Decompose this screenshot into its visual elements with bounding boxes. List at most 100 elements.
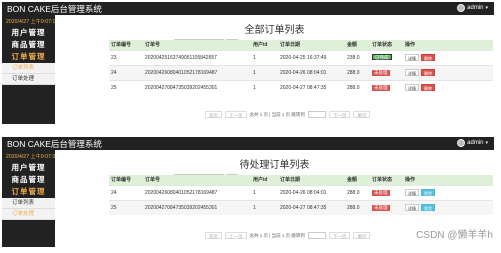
table-row: 23 20200425163749051105842657 1 2020-04-… <box>109 49 493 65</box>
top-navbar: BON CAKE后台管理系统 admin ▾ <box>2 137 494 150</box>
cell-actions: 详情 发货 <box>403 199 493 215</box>
last-page-button[interactable]: 尾页 <box>353 111 371 118</box>
pagination: 首页 上一页 总共 1 页 | 当前 1 页 跳转到 下一页 尾页 <box>205 232 371 239</box>
last-page-button[interactable]: 尾页 <box>353 232 371 239</box>
cell-amount: 288.0 <box>345 79 370 95</box>
cell-actions: 详情 删除 <box>403 79 493 95</box>
submenu-order-pending[interactable]: 订单处理 <box>2 74 55 85</box>
sidebar-item-orders[interactable]: 订单管理 <box>2 186 55 198</box>
username: admin <box>467 5 484 11</box>
sidebar-item-products[interactable]: 商品管理 <box>2 174 55 186</box>
cell-order-no: 20200426080401052178169487 <box>143 184 251 200</box>
table-header: 订单编号 订单号 用户id 订单日期 金额 订单状态 操作 <box>109 175 493 185</box>
user-menu[interactable]: admin ▾ <box>457 4 488 12</box>
detail-button[interactable]: 详情 <box>405 68 419 76</box>
app-brand[interactable]: BON CAKE后台管理系统 <box>7 138 102 150</box>
table-row: 24 20200426080401052178169487 1 2020-04-… <box>109 64 493 80</box>
col-header-amount: 金额 <box>345 175 370 185</box>
cell-date: 2020-04-26 08:04:01 <box>278 64 345 80</box>
page-info: 总共 1 页 | 当前 1 页 跳转到 <box>249 232 305 238</box>
cell-amount: 288.0 <box>345 184 370 200</box>
delete-button[interactable]: 删除 <box>421 68 435 76</box>
detail-button[interactable]: 详情 <box>405 83 419 91</box>
sidebar-item-orders[interactable]: 订单管理 <box>2 51 55 63</box>
cell-status: 已完成 <box>370 49 403 65</box>
avatar <box>457 4 466 12</box>
table-header: 订单编号 订单号 用户id 订单日期 金额 订单状态 操作 <box>109 40 493 50</box>
col-header-user-id: 用户id <box>251 175 278 185</box>
cell-actions: 详情 发货 <box>403 184 493 200</box>
submenu-order-list[interactable]: 订单列表 <box>2 63 55 74</box>
col-header-date: 订单日期 <box>278 40 345 50</box>
delete-button[interactable]: 删除 <box>421 53 435 61</box>
col-header-order-no: 订单号 <box>143 175 251 185</box>
cell-user-id: 1 <box>251 184 278 200</box>
current-datetime: 2020/4/27 上午9:07:15 <box>6 19 59 25</box>
detail-button[interactable]: 详情 <box>405 203 419 211</box>
status-badge: 未处理 <box>372 204 390 211</box>
cell-order-no: 20200427084735039202455301 <box>143 79 251 95</box>
caret-down-icon: ▾ <box>485 5 488 11</box>
user-menu[interactable]: admin ▾ <box>457 139 488 147</box>
current-datetime: 2020/4/27 上午9:07:39 <box>6 154 59 160</box>
col-header-actions: 操作 <box>403 175 493 185</box>
caret-down-icon: ▾ <box>485 140 488 146</box>
submenu-order-list[interactable]: 订单列表 <box>2 198 55 209</box>
page-info: 总共 1 页 | 当前 1 页 跳转到 <box>249 111 305 117</box>
orders-table: 订单编号 订单号 用户id 订单日期 金额 订单状态 操作 24 2020042… <box>109 175 493 215</box>
status-badge: 已完成 <box>372 54 392 60</box>
status-badge: 未处理 <box>372 69 390 76</box>
col-header-id: 订单编号 <box>109 175 143 185</box>
detail-button[interactable]: 详情 <box>405 53 419 61</box>
detail-button[interactable]: 详情 <box>405 188 419 196</box>
delete-button[interactable]: 删除 <box>421 83 435 91</box>
username: admin <box>467 140 484 146</box>
cell-id: 23 <box>109 49 143 65</box>
col-header-id: 订单编号 <box>109 40 143 50</box>
cell-date: 2020-04-27 08:47:35 <box>278 79 345 95</box>
sidebar-item-users[interactable]: 用户管理 <box>2 27 55 39</box>
col-header-actions: 操作 <box>403 40 493 50</box>
page-jump-input[interactable] <box>307 111 326 118</box>
status-badge: 未处理 <box>372 189 390 196</box>
cell-user-id: 1 <box>251 64 278 80</box>
first-page-button[interactable]: 首页 <box>205 111 222 118</box>
screenshot-all-orders: BON CAKE后台管理系统 admin ▾ 2020/4/27 上午9:07:… <box>2 2 494 124</box>
cell-date: 2020-04-25 16:37:49 <box>278 49 345 65</box>
watermark: CSDN @懒羊羊h <box>416 230 493 241</box>
cell-status: 未处理 <box>370 199 403 215</box>
next-page-button[interactable]: 下一页 <box>328 111 351 118</box>
top-navbar: BON CAKE后台管理系统 admin ▾ <box>2 2 494 15</box>
next-page-button[interactable]: 下一页 <box>328 232 351 239</box>
prev-page-button[interactable]: 上一页 <box>225 232 247 239</box>
col-header-date: 订单日期 <box>278 175 345 185</box>
status-badge: 未处理 <box>372 84 390 91</box>
cell-id: 24 <box>109 64 143 80</box>
page-jump-input[interactable] <box>307 232 326 239</box>
cell-status: 未处理 <box>370 79 403 95</box>
cell-actions: 详情 删除 <box>403 49 493 65</box>
cell-id: 24 <box>109 184 143 200</box>
table-row: 24 20200426080401052178169487 1 2020-04-… <box>109 184 493 200</box>
col-header-status: 订单状态 <box>370 175 403 185</box>
cell-amount: 288.0 <box>345 199 370 215</box>
ship-button[interactable]: 发货 <box>421 188 435 196</box>
cell-actions: 详情 删除 <box>403 64 493 80</box>
ship-button[interactable]: 发货 <box>421 203 435 211</box>
sidebar-item-users[interactable]: 用户管理 <box>2 162 55 174</box>
cell-amount: 238.0 <box>345 49 370 65</box>
first-page-button[interactable]: 首页 <box>205 232 222 239</box>
orders-table: 订单编号 订单号 用户id 订单日期 金额 订单状态 操作 23 2020042… <box>109 40 493 95</box>
cell-order-no: 20200426080401052178169487 <box>143 64 251 80</box>
sidebar-item-products[interactable]: 商品管理 <box>2 39 55 51</box>
cell-status: 未处理 <box>370 64 403 80</box>
cell-id: 25 <box>109 199 143 215</box>
cell-user-id: 1 <box>251 199 278 215</box>
submenu-order-pending[interactable]: 订单处理 <box>2 209 55 220</box>
page-title: 待处理订单列表 <box>239 160 310 171</box>
app-brand[interactable]: BON CAKE后台管理系统 <box>7 3 102 15</box>
sidebar: 2020/4/27 上午9:07:15 用户管理 商品管理 订单管理 订单列表 … <box>2 15 59 124</box>
cell-order-no: 20200427084735039202455301 <box>143 199 251 215</box>
prev-page-button[interactable]: 上一页 <box>225 111 247 118</box>
col-header-order-no: 订单号 <box>143 40 251 50</box>
